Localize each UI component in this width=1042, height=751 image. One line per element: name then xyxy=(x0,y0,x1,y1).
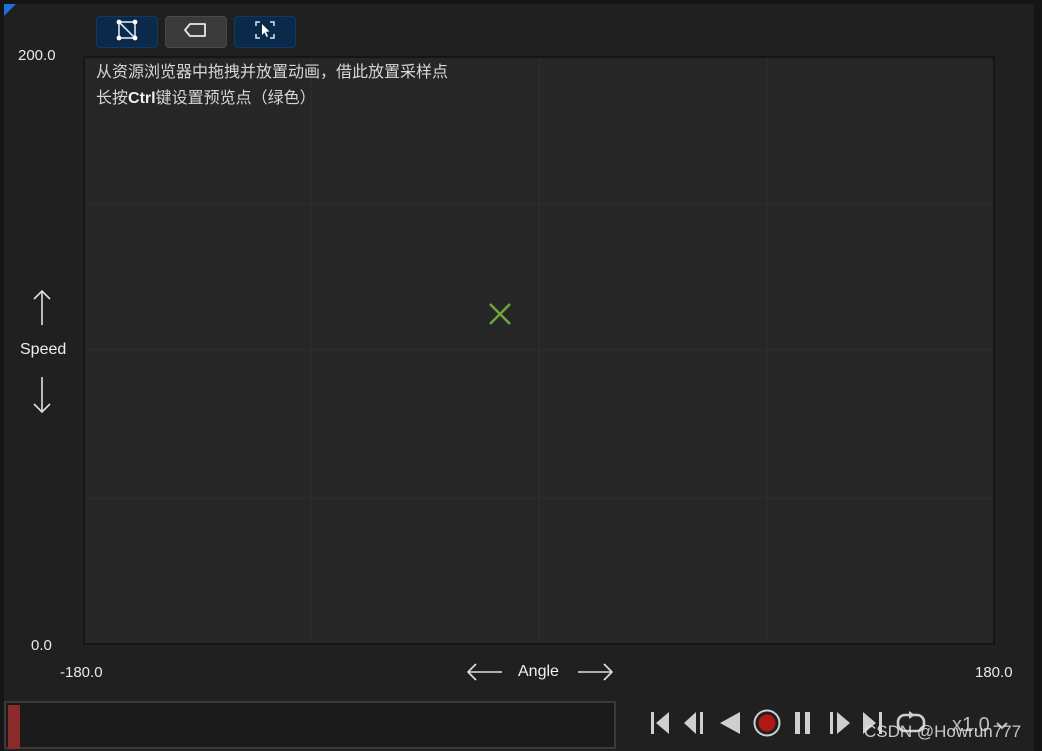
step-back-button[interactable] xyxy=(682,706,708,744)
preview-sample-point[interactable] xyxy=(488,302,512,326)
watermark: CSDN @Howrun777 xyxy=(864,722,1022,741)
skip-to-start-icon xyxy=(649,710,671,741)
x-axis-name: Angle xyxy=(518,663,559,680)
hint-key: Ctrl xyxy=(128,90,156,107)
top-border xyxy=(0,0,1042,4)
play-reverse-button[interactable] xyxy=(718,706,742,744)
blend-space-grid[interactable] xyxy=(83,56,995,645)
hint-suffix: 键设置预览点（绿色） xyxy=(155,90,316,107)
skip-to-start-button[interactable] xyxy=(648,706,672,744)
left-border xyxy=(0,0,4,751)
x-axis-max: 180.0 xyxy=(975,664,1013,681)
step-forward-icon xyxy=(826,710,852,741)
show-triangulation-button[interactable] xyxy=(96,16,158,48)
hint-drag-animation: 从资源浏览器中拖拽并放置动画，借此放置采样点 xyxy=(96,64,449,81)
record-icon xyxy=(752,708,782,743)
hint-prefix: 长按 xyxy=(96,90,129,107)
right-border xyxy=(1034,0,1042,751)
blend-space-panel: 从资源浏览器中拖拽并放置动画，借此放置采样点 长按Ctrl键设置预览点（绿色） … xyxy=(0,0,1042,751)
left-arrow-icon xyxy=(466,662,504,687)
tag-shape-icon xyxy=(183,21,209,44)
fit-view-button[interactable] xyxy=(234,16,296,48)
pause-icon xyxy=(792,710,814,741)
grid-lines xyxy=(85,58,993,643)
y-axis-min: 0.0 xyxy=(31,637,52,654)
grid-nodes-icon xyxy=(115,19,139,46)
focus-corner-marker xyxy=(4,4,16,16)
right-arrow-icon xyxy=(576,662,614,687)
y-axis-max: 200.0 xyxy=(18,47,56,64)
up-arrow-icon xyxy=(31,289,53,332)
timeline-scrubber[interactable] xyxy=(4,701,616,749)
play-reverse-icon xyxy=(718,710,742,741)
step-forward-button[interactable] xyxy=(826,706,852,744)
hint-ctrl-preview: 长按Ctrl键设置预览点（绿色） xyxy=(96,84,316,108)
show-animation-names-button[interactable] xyxy=(165,16,227,48)
step-back-icon xyxy=(682,710,708,741)
down-arrow-icon xyxy=(31,375,53,420)
record-button[interactable] xyxy=(752,706,782,744)
x-axis-min: -180.0 xyxy=(60,664,103,681)
pause-button[interactable] xyxy=(792,706,814,744)
y-axis-name: Speed xyxy=(20,341,67,358)
timeline-progress xyxy=(8,705,20,749)
select-cursor-icon xyxy=(254,20,276,45)
